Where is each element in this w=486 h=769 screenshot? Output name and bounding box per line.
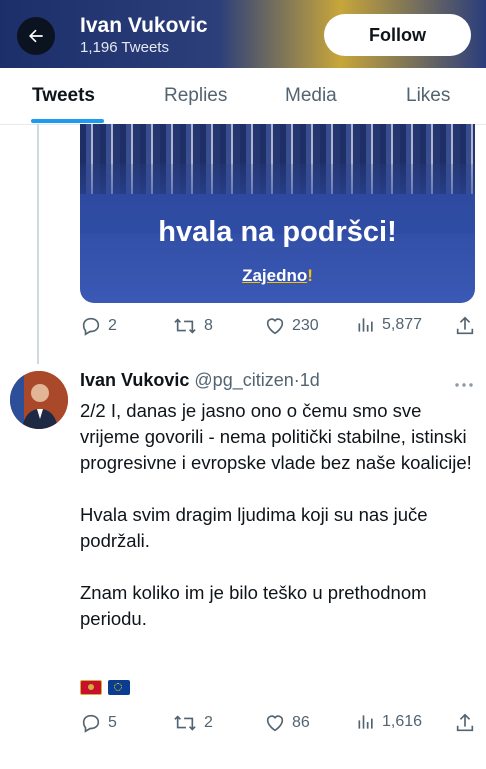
heart-icon [266,318,284,335]
tab-tweets[interactable]: Tweets [32,85,95,107]
tweet-author-line: Ivan Vukovic @pg_citizen·1d [80,370,320,391]
reply-count: 2 [108,317,117,334]
like-button[interactable]: 86 [264,712,310,734]
profile-name: Ivan Vukovic [80,14,208,37]
more-icon [455,383,473,387]
tweet-text: 2/2 I, danas je jasno ono o čemu smo sve… [80,398,480,632]
views-button[interactable]: 5,877 [356,315,422,335]
tab-likes[interactable]: Likes [406,85,450,107]
tab-media[interactable]: Media [285,85,337,107]
media-brand-logo: Zajedno! [242,266,313,285]
share-button[interactable] [454,712,476,734]
thread-connector-line [37,124,39,364]
author-handle[interactable]: @pg_citizen [194,370,293,390]
profile-tabs: Tweets Replies Media Likes [0,68,486,125]
reply-icon [82,714,100,733]
views-icon [358,318,373,332]
heart-icon [266,715,284,732]
active-tab-indicator [31,119,104,123]
retweet-button[interactable]: 2 [172,712,213,734]
share-icon [456,316,474,335]
like-count: 230 [292,317,319,334]
reply-icon [82,317,100,336]
view-count: 1,616 [382,713,423,730]
tweet-count: 1,196 Tweets [80,39,169,56]
tweet-media-image[interactable]: hvala na podršci! Zajedno! [80,124,475,303]
retweet-count: 2 [204,714,213,731]
reply-count: 5 [108,714,117,731]
arrow-left-icon [29,29,43,43]
retweet-button[interactable]: 8 [172,315,213,337]
retweet-icon [174,715,196,731]
tab-replies[interactable]: Replies [164,85,227,107]
tweet-actions: 5 2 86 1,616 [80,712,476,736]
avatar[interactable] [10,371,68,429]
tweet-time[interactable]: 1d [300,370,320,390]
flag-montenegro-icon [80,680,102,695]
follow-button[interactable]: Follow [324,14,471,56]
tweet-paragraph: Znam koliko im je bilo teško u prethodno… [80,582,427,629]
view-count: 5,877 [382,316,423,333]
tweet-actions: 2 8 230 5,877 [80,315,476,339]
flag-emojis [80,680,130,695]
reply-button[interactable]: 5 [80,712,117,734]
reply-button[interactable]: 2 [80,315,117,337]
more-options-button[interactable] [454,376,474,394]
flag-eu-icon [108,680,130,695]
media-caption: hvala na podršci! [158,216,397,248]
share-icon [456,713,474,732]
profile-photo [10,371,68,429]
views-icon [358,715,373,729]
tweet-paragraph: 2/2 I, danas je jasno ono o čemu smo sve… [80,400,472,473]
back-button[interactable] [17,17,55,55]
like-count: 86 [292,714,310,731]
retweet-count: 8 [204,317,213,334]
retweet-icon [174,318,196,334]
author-name[interactable]: Ivan Vukovic [80,370,189,390]
tweet-paragraph: Hvala svim dragim ljudima koji su nas ju… [80,504,428,551]
profile-header: Ivan Vukovic 1,196 Tweets Follow [0,0,486,68]
share-button[interactable] [454,315,476,337]
views-button[interactable]: 1,616 [356,712,422,732]
like-button[interactable]: 230 [264,315,319,337]
